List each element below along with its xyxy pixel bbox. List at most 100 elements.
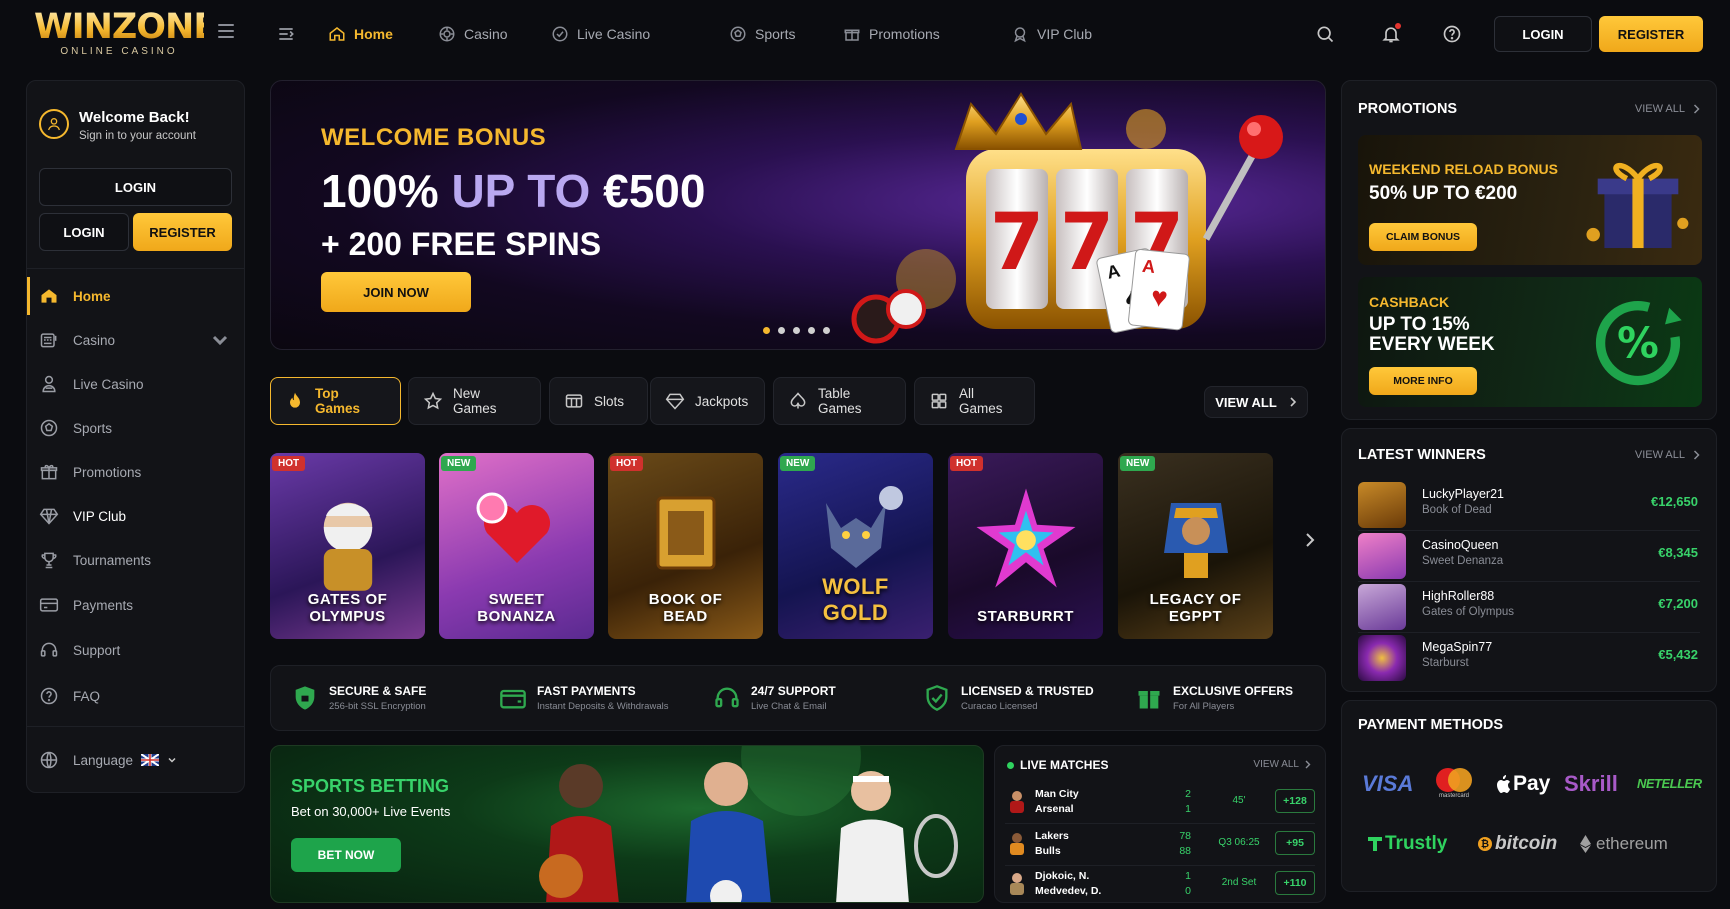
latest-winners-panel: LATEST WINNERS VIEW ALL LuckyPlayer21 Bo… [1341, 428, 1717, 692]
help-icon[interactable] [1440, 22, 1464, 46]
topnav-home[interactable]: Home [328, 18, 393, 50]
tab-new-games[interactable]: New Games [408, 377, 541, 425]
features-strip: SECURE & SAFE 256-bit SSL Encryption FAST… [270, 665, 1326, 731]
bet-now-button[interactable]: BET NOW [291, 838, 401, 872]
claim-bonus-button[interactable]: CLAIM BONUS [1369, 223, 1477, 251]
match-score: 10 [1175, 869, 1191, 899]
match-odds-button[interactable]: +128 [1275, 789, 1315, 813]
join-now-button[interactable]: JOIN NOW [321, 272, 471, 312]
match-time: 45' [1232, 795, 1246, 806]
hamburger-menu-icon[interactable] [218, 24, 234, 38]
carousel-dot[interactable] [763, 327, 770, 334]
promo-kicker: CASHBACK [1369, 294, 1450, 310]
sidebar-login-button[interactable]: LOGIN [39, 213, 129, 251]
tab-label: Top Games [315, 386, 361, 416]
sidebar-item-sports[interactable]: Sports [27, 409, 246, 447]
sidebar-item-payments[interactable]: Payments [27, 586, 246, 624]
winners-view-all-link[interactable]: VIEW ALL [1635, 449, 1700, 461]
sidebar-item-faq[interactable]: FAQ [27, 677, 246, 715]
game-card-legacy-of-egppt[interactable]: NEW LEGACY OF EGPPT [1118, 453, 1273, 639]
golden-book-art [656, 496, 715, 570]
game-badge: NEW [1120, 456, 1156, 471]
winner-row[interactable]: MegaSpin77 Starburst €5,432 [1358, 632, 1702, 683]
sidebar-item-label: Home [73, 288, 111, 304]
sidebar-register-button[interactable]: REGISTER [133, 213, 232, 251]
match-teams: Lakers Bulls [1035, 829, 1069, 859]
game-card-gates-of-olympus[interactable]: HOT GATES OF OLYMPUS [270, 453, 425, 639]
winner-row[interactable]: LuckyPlayer21 Book of Dead €12,650 [1358, 479, 1702, 530]
carousel-dot[interactable] [808, 327, 815, 334]
sidebar-item-casino[interactable]: Casino [27, 321, 246, 359]
hero-subheadline: + 200 FREE SPINS [321, 226, 602, 262]
sidebar-divider [27, 268, 244, 269]
match-odds-button[interactable]: +95 [1275, 831, 1315, 855]
tab-jackpots[interactable]: Jackpots [650, 377, 765, 425]
more-info-button[interactable]: MORE INFO [1369, 367, 1477, 395]
games-next-arrow-icon[interactable] [1300, 530, 1320, 550]
sidebar-toggle-icon[interactable] [274, 22, 298, 46]
search-icon[interactable] [1313, 22, 1337, 46]
brand-logo[interactable]: WINZONE ONLINE CASINO [34, 10, 217, 58]
tab-all-games[interactable]: All Games [914, 377, 1035, 425]
games-view-all-button[interactable]: VIEW ALL [1204, 386, 1308, 418]
live-match-row[interactable]: Lakers Bulls 78 88 Q3 06:25 +95 [995, 824, 1327, 864]
soccer-ball-icon [730, 26, 746, 42]
starburst-art [976, 488, 1075, 588]
tab-top-games[interactable]: Top Games [270, 377, 401, 425]
game-card-book-of-bead[interactable]: HOT BOOK OF BEAD [608, 453, 763, 639]
game-title: STARBURRT [977, 607, 1074, 625]
spade-icon [790, 392, 806, 409]
apple-icon [1497, 774, 1510, 793]
sidebar-item-live-casino[interactable]: Live Casino [27, 365, 246, 403]
trustly-logo: Trustly [1368, 833, 1447, 855]
winner-row[interactable]: CasinoQueen Sweet Denanza €8,345 [1358, 530, 1702, 581]
game-card-starburrt[interactable]: HOT STARBURRT [948, 453, 1103, 639]
topnav-vip-club[interactable]: VIP Club [1011, 18, 1092, 50]
topnav-casino[interactable]: Casino [438, 18, 508, 50]
language-selector[interactable]: Language [27, 741, 246, 779]
skrill-logo: Skrill [1564, 771, 1618, 796]
sidebar-item-tournaments[interactable]: Tournaments [27, 541, 246, 579]
language-label: Language [73, 752, 134, 768]
sidebar-item-support[interactable]: Support [27, 631, 246, 669]
chevron-down-icon[interactable] [210, 330, 230, 350]
topbar-login-button[interactable]: LOGIN [1494, 16, 1592, 52]
sidebar-item-promotions[interactable]: Promotions [27, 453, 246, 491]
sidebar-item-home[interactable]: Home [27, 277, 246, 315]
match-odds-button[interactable]: +110 [1275, 871, 1315, 895]
topnav-live-casino[interactable]: Live Casino [551, 18, 650, 50]
topbar-register-button[interactable]: REGISTER [1599, 16, 1703, 52]
welcome-title: Welcome Back! [79, 109, 190, 126]
promotions-view-all-link[interactable]: VIEW ALL [1635, 103, 1700, 115]
notifications-bell-icon[interactable] [1379, 22, 1403, 46]
promo-card-cashback[interactable]: CASHBACK UP TO 15% EVERY WEEK MORE INFO … [1358, 277, 1702, 407]
carousel-dot[interactable] [778, 327, 785, 334]
live-match-row[interactable]: Djokoic, N. Medvedev, D. 10 2nd Set +110 [995, 864, 1327, 904]
sidebar-item-vip-club[interactable]: VIP Club [27, 497, 246, 535]
live-indicator-dot [1007, 761, 1014, 769]
hero-banner[interactable]: WELCOME BONUS 100% UP TO €500 + 200 FREE… [270, 80, 1326, 350]
team-home: Djokoic, N. [1035, 870, 1090, 882]
carousel-dot[interactable] [793, 327, 800, 334]
carousel-dots[interactable] [763, 327, 830, 334]
promo-card-weekend-reload[interactable]: WEEKEND RELOAD BONUS 50% UP TO €200 CLAI… [1358, 135, 1702, 265]
tab-table-games[interactable]: Table Games [773, 377, 906, 425]
sports-betting-banner[interactable]: SPORTS BETTING Bet on 30,000+ Live Event… [270, 745, 984, 903]
topnav-sports[interactable]: Sports [729, 18, 795, 50]
carousel-dot[interactable] [823, 327, 830, 334]
game-badge: HOT [272, 456, 306, 471]
view-all-label: VIEW ALL [1253, 759, 1299, 770]
sidebar-divider [27, 726, 244, 727]
globe-icon [40, 751, 58, 769]
winner-row[interactable]: HighRoller88 Gates of Olympus €7,200 [1358, 581, 1702, 632]
sidebar-login-wide-button[interactable]: LOGIN [39, 168, 232, 206]
score-home: 78 [1179, 830, 1191, 842]
live-match-row[interactable]: Man City Arsenal 21 45' +128 [995, 782, 1327, 822]
live-view-all-link[interactable]: VIEW ALL [1253, 759, 1311, 770]
svg-text:♥: ♥ [1150, 281, 1170, 314]
tab-slots[interactable]: Slots [549, 377, 648, 425]
topnav-promotions[interactable]: Promotions [843, 18, 940, 50]
game-card-sweet-bonanza[interactable]: NEW SWEET BONANZA [439, 453, 594, 639]
score-away: 88 [1179, 845, 1191, 858]
game-card-wolf-gold[interactable]: NEW WOLF GOLD [778, 453, 933, 639]
